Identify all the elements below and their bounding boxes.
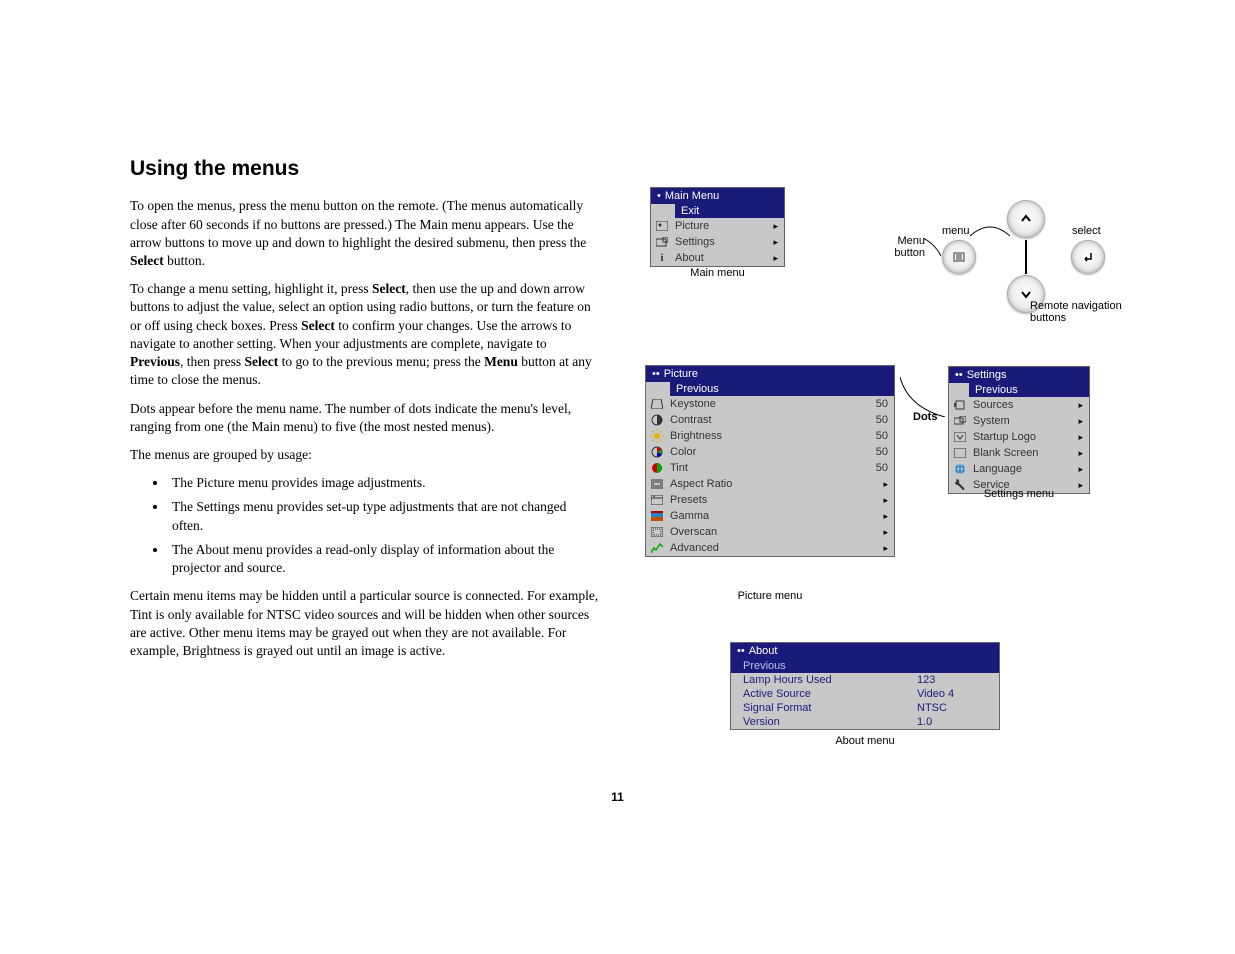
select-label: select [1072,225,1101,237]
brightness-icon [650,430,664,442]
menu-row: Overscan▸ [646,524,894,540]
keystone-icon [650,398,664,410]
color-icon [650,446,664,458]
menu-row: System▸ [949,413,1089,429]
figures-column: •Main Menu Exit Picture▸ Settings▸ i Abo… [630,155,1105,670]
select-button[interactable] [1071,240,1105,274]
menu-title-bar: •Main Menu [651,188,784,204]
picture-icon [655,220,669,232]
contrast-icon [650,414,664,426]
startup-logo-icon [953,431,967,443]
list-item: The Picture menu provides image adjustme… [168,474,600,492]
list-item: The About menu provides a read-only disp… [168,541,600,577]
advanced-icon [650,542,664,554]
overscan-icon [650,526,664,538]
menu-row: Startup Logo▸ [949,429,1089,445]
picture-menu-figure: ••Picture Previous Keystone50 Contrast50… [645,365,895,557]
paragraph-1: To open the menus, press the menu button… [130,197,600,270]
menu-highlight: Previous [670,382,894,396]
about-row: Lamp Hours Used123 [731,673,999,687]
about-row: Signal FormatNTSC [731,701,999,715]
menu-row: Brightness50 [646,428,894,444]
up-button[interactable] [1007,200,1045,238]
menu-row: Color50 [646,444,894,460]
main-menu-caption: Main menu [650,267,785,279]
menu-highlight: Previous [731,659,999,673]
menu-row: Contrast50 [646,412,894,428]
paragraph-4: The menus are grouped by usage: [130,446,600,464]
menu-row: Language▸ [949,461,1089,477]
main-menu-figure: •Main Menu Exit Picture▸ Settings▸ i Abo… [650,187,785,267]
presets-icon [650,494,664,506]
menu-row: Presets▸ [646,492,894,508]
sources-icon [953,399,967,411]
system-icon [953,415,967,427]
menu-row: i About▸ [651,250,784,266]
menu-row: Blank Screen▸ [949,445,1089,461]
menu-button-label: Menu button [875,235,925,259]
paragraph-2: To change a menu setting, highlight it, … [130,280,600,389]
menu-row: Picture▸ [651,218,784,234]
menu-row: Sources▸ [949,397,1089,413]
settings-menu-figure: ••Settings Previous Sources▸ System▸ Sta… [948,366,1090,494]
menu-row: Keystone50 [646,396,894,412]
menu-title-bar: ••Settings [949,367,1089,383]
menu-row: Aspect Ratio▸ [646,476,894,492]
about-row: Active SourceVideo 4 [731,687,999,701]
remote-diagram: menu select Menu button [875,180,1105,320]
menu-title-bar: ••About [731,643,999,659]
menu-highlight: Exit [675,204,784,218]
menu-row: Settings▸ [651,234,784,250]
menu-row: Gamma▸ [646,508,894,524]
menu-button[interactable] [942,240,976,274]
menu-title-bar: ••Picture [646,366,894,382]
aspect-icon [650,478,664,490]
gamma-icon [650,510,664,522]
bullet-list: The Picture menu provides image adjustme… [130,474,600,577]
info-icon: i [655,252,669,264]
page-heading: Using the menus [130,155,600,183]
settings-menu-caption: Settings menu [948,488,1090,500]
text-column: Using the menus To open the menus, press… [130,155,600,670]
menu-label: menu [942,225,970,237]
page-number: 11 [0,790,1235,804]
language-icon [953,463,967,475]
settings-icon [655,236,669,248]
paragraph-5: Certain menu items may be hidden until a… [130,587,600,660]
about-menu-caption: About menu [730,735,1000,747]
about-row: Version1.0 [731,715,999,729]
blank-screen-icon [953,447,967,459]
tint-icon [650,462,664,474]
paragraph-3: Dots appear before the menu name. The nu… [130,400,600,436]
picture-menu-caption: Picture menu [645,590,895,602]
about-menu-figure: ••About Previous Lamp Hours Used123 Acti… [730,642,1000,730]
menu-row: Tint50 [646,460,894,476]
remote-caption: Remote navigation buttons [1030,300,1130,324]
menu-highlight: Previous [969,383,1089,397]
menu-row: Advanced▸ [646,540,894,556]
list-item: The Settings menu provides set-up type a… [168,498,600,534]
